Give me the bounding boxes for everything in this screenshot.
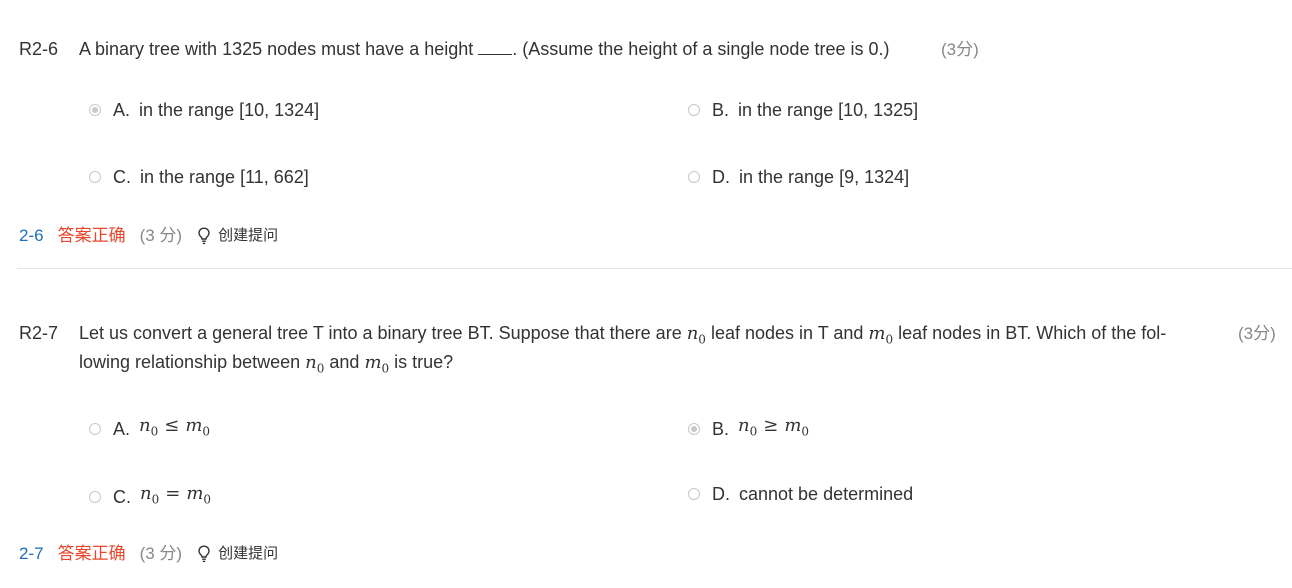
radio-icon[interactable]: [89, 422, 101, 435]
text-segment: and: [324, 352, 365, 372]
math-sub: 0: [749, 424, 758, 439]
math-sub: 0: [203, 492, 212, 507]
question-id: R2-7: [19, 323, 59, 343]
math-var: m: [185, 415, 203, 436]
question-score: (3分): [1238, 324, 1276, 343]
create-question-label: 创建提问: [218, 545, 279, 562]
create-question-label: 创建提问: [218, 227, 279, 244]
radio-icon[interactable]: [89, 490, 101, 503]
create-question-button[interactable]: 创建提问: [198, 542, 278, 566]
math-var: m: [868, 323, 886, 344]
option-letter: A.: [113, 100, 131, 120]
math-sub: 0: [698, 332, 706, 347]
option-text: in the range [10, 1325]: [738, 100, 919, 120]
option-letter: B.: [712, 418, 730, 439]
result-points: (3 分): [139, 226, 183, 245]
radio-checked-icon[interactable]: [89, 104, 101, 116]
option-a[interactable]: A. in the range [10, 1324]: [89, 98, 319, 122]
question-text: A binary tree with 1325 nodes must have …: [79, 35, 889, 64]
text-segment: leaf nodes in T and: [705, 323, 869, 343]
math-m0: m0: [364, 352, 390, 376]
result-points: (3 分): [139, 544, 183, 563]
option-math: n0 ≥ m0: [738, 414, 809, 444]
question-score: (3分): [941, 40, 979, 59]
math-sub: 0: [801, 424, 810, 439]
math-m0: m0: [868, 323, 894, 347]
question-id: R2-6: [19, 39, 59, 59]
math-var: m: [784, 415, 802, 436]
option-c[interactable]: C. n0 = m0: [89, 482, 211, 512]
question-text-line-2: lowing relationship between n0 and m0 is…: [79, 348, 453, 384]
create-question-button[interactable]: 创建提问: [198, 224, 278, 248]
option-letter: C.: [113, 167, 131, 187]
math-var: n: [738, 415, 750, 436]
math-operator: =: [165, 483, 181, 504]
radio-icon[interactable]: [89, 171, 101, 183]
option-math: n0 = m0: [140, 482, 211, 512]
result-number: 2-6: [19, 226, 44, 245]
option-c[interactable]: C. in the range [11, 662]: [89, 165, 309, 189]
question-text-before: A binary tree with 1325 nodes must have …: [79, 39, 479, 59]
math-var: n: [140, 483, 152, 504]
option-b[interactable]: B. n0 ≥ m0: [688, 414, 809, 444]
result-status: 答案正确: [57, 226, 126, 245]
math-var: m: [186, 483, 204, 504]
math-sub: 0: [202, 424, 211, 439]
text-segment: leaf nodes in BT. Which of the fol-: [893, 323, 1167, 343]
math-var: n: [305, 352, 317, 373]
radio-icon[interactable]: [688, 104, 700, 116]
text-segment: is true?: [389, 352, 454, 372]
math-var: m: [364, 352, 382, 373]
math-operator: ≥: [763, 415, 779, 436]
radio-icon[interactable]: [688, 488, 700, 500]
math-sub: 0: [381, 361, 390, 376]
math-sub: 0: [150, 424, 159, 439]
radio-icon[interactable]: [688, 171, 700, 183]
result-status: 答案正确: [57, 544, 126, 563]
option-d[interactable]: D. in the range [9, 1324]: [688, 165, 909, 189]
math-n0: n0: [686, 323, 706, 347]
option-text: in the range [9, 1324]: [739, 167, 910, 187]
answer-blank: [478, 40, 513, 55]
math-sub: 0: [151, 492, 160, 507]
option-text: in the range [11, 662]: [140, 167, 309, 187]
radio-checked-icon[interactable]: [688, 422, 700, 435]
option-letter: D.: [712, 167, 730, 187]
option-text: in the range [10, 1324]: [139, 100, 320, 120]
math-var: n: [686, 323, 699, 344]
option-d[interactable]: D. cannot be determined: [688, 482, 913, 506]
option-a[interactable]: A. n0 ≤ m0: [89, 414, 210, 444]
option-letter: B.: [712, 100, 730, 120]
math-var: n: [139, 415, 151, 436]
lightbulb-icon: [198, 545, 210, 563]
result-number: 2-7: [19, 544, 44, 563]
option-letter: C.: [113, 486, 131, 507]
math-n0: n0: [305, 352, 324, 376]
text-segment: Let us convert a general tree T into a b…: [79, 323, 687, 343]
question-divider: [17, 268, 1292, 269]
result-bar: 2-6 答案正确 (3 分) 创建提问: [19, 224, 278, 248]
option-b[interactable]: B. in the range [10, 1325]: [688, 98, 918, 122]
option-letter: A.: [113, 418, 131, 439]
math-operator: ≤: [164, 415, 180, 436]
lightbulb-icon: [198, 227, 210, 245]
option-math: n0 ≤ m0: [139, 414, 210, 444]
option-text: cannot be determined: [739, 484, 914, 504]
text-segment: lowing relationship between: [79, 352, 306, 372]
question-text-after: . (Assume the height of a single node tr…: [512, 39, 890, 59]
option-letter: D.: [712, 484, 730, 504]
result-bar: 2-7 答案正确 (3 分) 创建提问: [19, 542, 278, 566]
math-sub: 0: [885, 332, 894, 347]
